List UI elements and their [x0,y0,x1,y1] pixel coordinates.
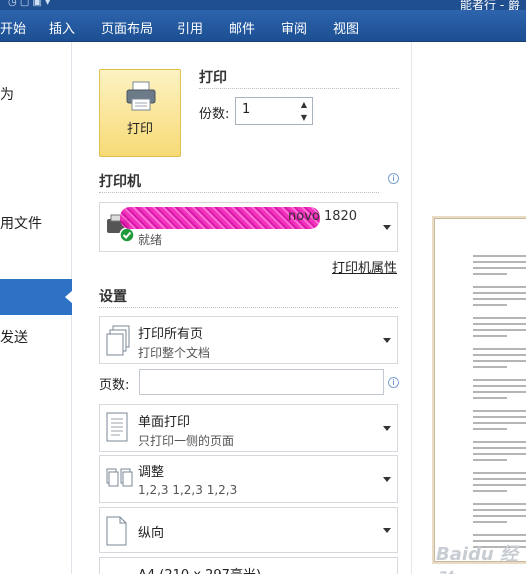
divider [199,88,399,89]
pages-icon [106,325,130,356]
nav-item-send[interactable]: 发送 [0,327,28,347]
tab-insert[interactable]: 插入 [49,18,75,37]
print-range-title: 打印所有页 [138,327,204,342]
window-title: 能者行 - 爵 [460,0,520,10]
backstage-nav: 为 用文件 发送 [0,42,73,574]
chevron-down-icon [383,426,391,431]
copies-stepper[interactable]: ▲ ▼ [296,98,312,124]
nav-item-print-selected[interactable] [0,279,73,315]
pages-label: 页数: [99,378,130,393]
orientation-title: 纵向 [138,526,165,541]
title-bar: ◷ ▢ ▣ ▾ 能者行 - 爵 [0,0,526,10]
collate-subtitle: 1,2,3 1,2,3 1,2,3 [138,483,238,497]
preview-text-line [473,391,526,393]
settings-section-title: 设置 [99,289,127,305]
collate-title: 调整 [138,465,165,480]
printer-name: novo 1820 [288,209,358,224]
preview-text-line [473,534,526,536]
copies-label: 份数: [199,107,230,122]
paper-size-title: A4 (210 x 297毫米) [138,564,261,574]
paper-size-dropdown[interactable]: A4 (210 x 297毫米) [99,557,398,574]
chevron-down-icon [383,477,391,482]
print-range-dropdown[interactable]: 打印所有页 打印整个文档 [99,316,398,364]
preview-text-line [473,484,526,486]
stepper-down-icon[interactable]: ▼ [296,111,312,124]
tab-review[interactable]: 审阅 [281,18,307,37]
preview-text-line [473,317,526,319]
preview-text-line [473,348,526,350]
quick-access-icons[interactable]: ◷ ▢ ▣ ▾ [8,0,50,8]
preview-text-line [473,416,526,418]
single-sided-icon [106,412,128,442]
sides-dropdown[interactable]: 单面打印 只打印一侧的页面 [99,404,398,452]
preview-text-line [473,478,526,480]
printer-properties-link[interactable]: 打印机属性 [332,257,397,276]
tab-view[interactable]: 视图 [333,18,359,37]
printer-section-title: 打印机 [99,174,141,190]
preview-text-line [473,304,507,306]
preview-text-line [473,410,526,412]
preview-text-line [473,515,526,517]
preview-text-line [473,490,507,492]
preview-text-line [473,472,526,474]
preview-text-line [473,422,526,424]
preview-text-line [473,298,526,300]
divider [99,192,379,193]
preview-text-line [473,441,526,443]
print-section-title: 打印 [199,70,227,86]
preview-text-line [473,286,526,288]
preview-text-line [473,261,526,263]
preview-text-line [473,323,526,325]
info-icon[interactable]: i [388,173,399,184]
preview-text-line [473,379,526,381]
chevron-down-icon [383,528,391,533]
print-button-label: 打印 [126,122,153,137]
print-range-subtitle: 打印整个文档 [138,346,211,360]
preview-page [434,218,526,562]
preview-text-line [473,509,526,511]
tab-mailings[interactable]: 邮件 [229,18,255,37]
chevron-down-icon [383,338,391,343]
divider [99,307,398,308]
printer-icon [126,81,156,111]
nav-item-recent-files[interactable]: 用文件 [0,213,42,233]
preview-text-line [473,267,526,269]
tab-references[interactable]: 引用 [177,18,203,37]
preview-text-line [473,397,507,399]
tab-home[interactable]: 开始 [0,18,26,37]
orientation-dropdown[interactable]: 纵向 [99,507,398,553]
preview-text-line [473,360,526,362]
preview-text-line [473,503,526,505]
printer-status: 就绪 [138,233,163,247]
preview-text-line [473,255,526,257]
preview-text-line [473,292,526,294]
sides-subtitle: 只打印一侧的页面 [138,434,235,448]
ribbon-tabs: 开始 插入 页面布局 引用 邮件 审阅 视图 [0,10,526,42]
preview-text-line [473,354,526,356]
preview-text-line [473,335,507,337]
info-icon[interactable]: i [388,377,399,388]
preview-text-line [473,447,526,449]
stepper-up-icon[interactable]: ▲ [296,98,312,111]
printer-dropdown[interactable]: novo 1820 就绪 [99,202,398,252]
portrait-icon [106,516,127,546]
pages-input[interactable] [139,369,384,395]
preview-text-line [473,453,526,455]
collate-icon [106,468,133,487]
preview-text-line [473,459,507,461]
preview-text-line [473,366,507,368]
preview-text-line [473,428,507,430]
watermark: Baidu 经验 [436,544,519,574]
preview-text-line [473,329,526,331]
chevron-down-icon [383,225,391,230]
preview-text-line [473,273,507,275]
preview-text-line [473,385,526,387]
collate-dropdown[interactable]: 调整 1,2,3 1,2,3 1,2,3 [99,455,398,503]
tab-page-layout[interactable]: 页面布局 [101,18,153,37]
nav-item-partial-1[interactable]: 为 [0,84,14,104]
preview-text-line [473,521,507,523]
print-settings-panel: 打印 打印 份数: 1 ▲ ▼ 打印机 i novo 1820 就绪 打印机属性… [72,42,412,574]
print-button[interactable]: 打印 [99,69,181,157]
sides-title: 单面打印 [138,415,191,430]
